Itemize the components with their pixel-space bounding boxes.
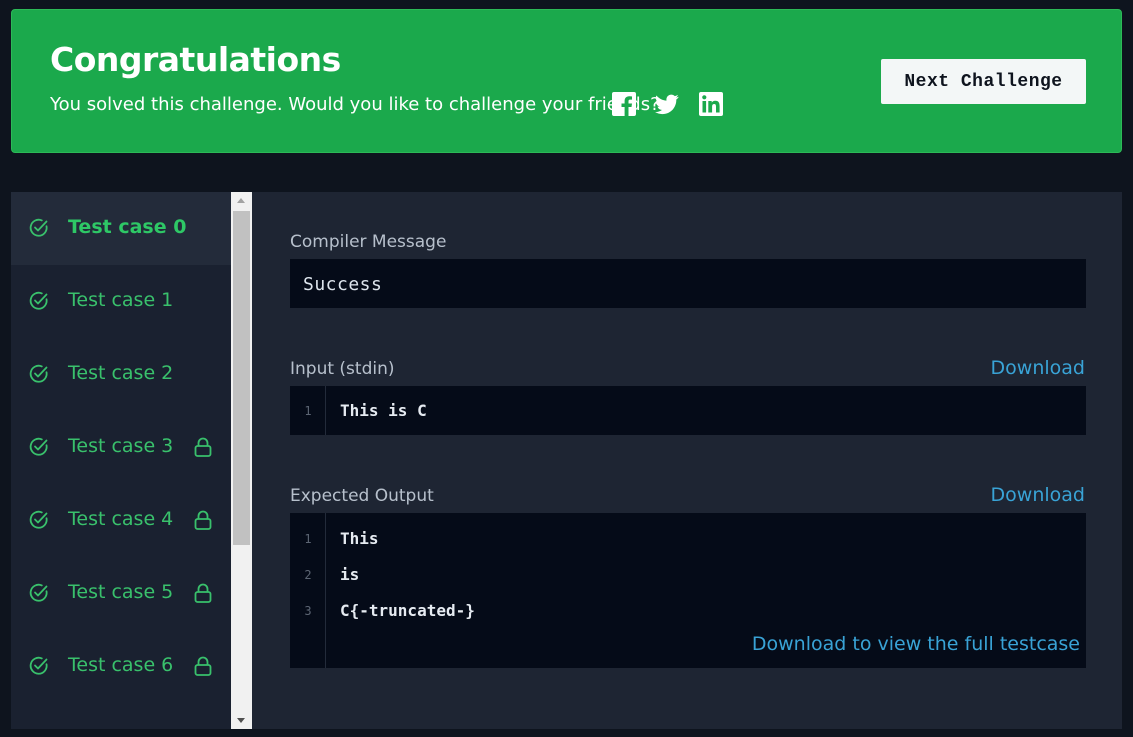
test-case-label: Test case 6 (68, 654, 174, 676)
compiler-message-label: Compiler Message (290, 232, 447, 252)
expected-output-box: 1 This 2 is 3 C{-truncated-} Download to… (290, 513, 1086, 668)
line-number: 1 (304, 404, 312, 418)
test-case-item-3[interactable]: Test case 3 (11, 411, 231, 484)
compiler-message-box: Success (290, 259, 1086, 308)
test-case-item-5[interactable]: Test case 5 (11, 557, 231, 630)
check-circle-icon (29, 510, 48, 529)
check-circle-icon (29, 364, 48, 383)
expected-download-link[interactable]: Download (991, 484, 1085, 506)
facebook-icon[interactable] (612, 92, 636, 116)
test-case-label: Test case 2 (68, 362, 174, 384)
test-case-label: Test case 3 (68, 435, 174, 457)
test-case-label: Test case 5 (68, 581, 174, 603)
banner-title: Congratulations (50, 40, 341, 79)
test-case-label: Test case 0 (68, 216, 187, 238)
line-number: 1 (304, 532, 312, 546)
lock-icon (194, 656, 212, 676)
lock-icon (194, 510, 212, 530)
test-case-label: Test case 1 (68, 289, 174, 311)
scrollbar-thumb[interactable] (233, 211, 250, 545)
expected-output-label: Expected Output (290, 486, 434, 506)
compiler-message-value: Success (303, 274, 383, 295)
input-label: Input (stdin) (290, 359, 395, 379)
check-circle-icon (29, 437, 48, 456)
download-full-testcase-link[interactable]: Download to view the full testcase (752, 633, 1080, 655)
check-circle-icon (29, 656, 48, 675)
code-line: is (340, 565, 360, 584)
test-case-list: Test case 0 Test case 1 Test case 2 Test… (11, 192, 231, 729)
code-line: This is C (340, 401, 427, 420)
test-case-details: Compiler Message Success Input (stdin) D… (252, 192, 1122, 729)
code-line: C{-truncated-} (340, 601, 475, 620)
twitter-icon[interactable] (654, 92, 680, 116)
input-download-link[interactable]: Download (991, 357, 1085, 379)
input-code-box: 1 This is C (290, 386, 1086, 435)
success-banner: Congratulations You solved this challeng… (11, 9, 1122, 153)
check-circle-icon (29, 583, 48, 602)
banner-subtitle: You solved this challenge. Would you lik… (50, 94, 660, 115)
scroll-down-arrow-icon[interactable] (231, 712, 252, 729)
line-number: 2 (304, 568, 312, 582)
test-case-item-0[interactable]: Test case 0 (11, 192, 231, 265)
test-case-item-4[interactable]: Test case 4 (11, 484, 231, 557)
test-case-label: Test case 4 (68, 508, 174, 530)
check-circle-icon (29, 291, 48, 310)
lock-icon (194, 437, 212, 457)
test-case-item-6[interactable]: Test case 6 (11, 630, 231, 703)
linkedin-icon[interactable] (699, 92, 723, 116)
test-case-item-1[interactable]: Test case 1 (11, 265, 231, 338)
sidebar-scrollbar[interactable] (231, 192, 252, 729)
check-circle-icon (29, 218, 48, 237)
next-challenge-button[interactable]: Next Challenge (881, 59, 1086, 104)
code-line: This (340, 529, 379, 548)
test-case-item-2[interactable]: Test case 2 (11, 338, 231, 411)
line-number: 3 (304, 604, 312, 618)
scroll-up-arrow-icon[interactable] (231, 192, 252, 209)
lock-icon (194, 583, 212, 603)
